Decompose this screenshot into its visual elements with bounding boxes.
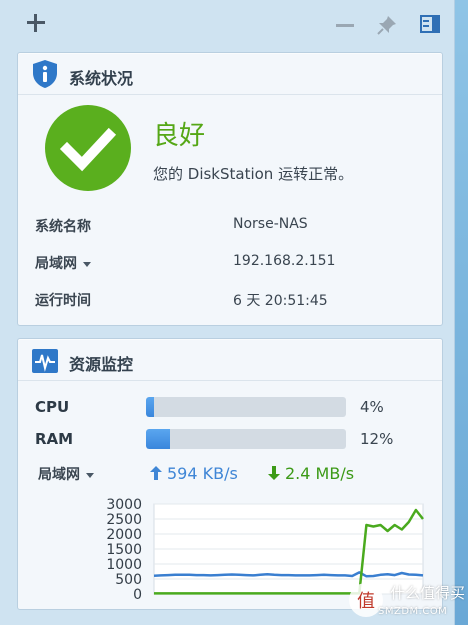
y-tick-label: 1500	[106, 542, 142, 558]
status-text: 良好	[153, 121, 206, 151]
ram-label: RAM	[35, 430, 74, 448]
download-rate-value: 2.4 MB/s	[285, 464, 355, 483]
y-tick-label: 2000	[106, 527, 142, 543]
pin-icon[interactable]	[376, 14, 398, 36]
network-label: 局域网	[38, 467, 80, 483]
chevron-down-icon	[83, 261, 91, 267]
system-status-header: 系统状况	[18, 53, 442, 95]
watermark-line1: 什么值得买	[390, 584, 466, 602]
add-icon[interactable]	[24, 10, 48, 34]
arrow-down-icon	[268, 466, 280, 480]
y-tick-label: 500	[115, 572, 142, 588]
watermark: 值 什么值得买 SMZDM.COM	[340, 572, 468, 625]
uptime-label: 运行时间	[35, 293, 91, 309]
y-tick-label: 3000	[106, 497, 142, 513]
cpu-usage-value: 4%	[360, 398, 384, 416]
y-tick-label: 0	[133, 587, 142, 603]
download-rate: 2.4 MB/s	[268, 464, 354, 483]
cpu-usage-bar	[146, 397, 346, 417]
cpu-usage-fill	[146, 397, 154, 417]
y-tick-label: 2500	[106, 512, 142, 528]
watermark-line2: SMZDM.COM	[378, 606, 448, 617]
shield-info-icon	[31, 59, 59, 89]
system-status-card: 系统状况 良好 您的 DiskStation 运转正常。 系统名称 Norse-…	[17, 52, 443, 326]
network-dropdown[interactable]: 局域网	[38, 464, 94, 484]
lan-label: 局域网	[35, 256, 77, 272]
system-name-label: 系统名称	[35, 219, 91, 235]
svg-text:值: 值	[357, 591, 375, 612]
upload-rate: 594 KB/s	[150, 464, 238, 483]
check-icon	[45, 105, 131, 191]
lan-dropdown[interactable]: 局域网	[35, 253, 91, 273]
resource-monitor-title: 资源监控	[69, 355, 134, 374]
minimize-icon[interactable]	[336, 24, 354, 27]
resource-monitor-card: 资源监控 CPU 4% RAM 12% 局域网 594 KB/s 2.4 MB/…	[17, 338, 443, 610]
arrow-up-icon	[150, 466, 162, 480]
status-message: 您的 DiskStation 运转正常。	[153, 165, 354, 183]
chevron-down-icon	[86, 472, 94, 478]
y-tick-label: 1000	[106, 557, 142, 573]
uptime-value: 6 天 20:51:45	[233, 293, 328, 309]
ip-address-value: 192.168.2.151	[233, 253, 336, 269]
system-name-value: Norse-NAS	[233, 216, 308, 232]
widget-toolbar	[0, 0, 455, 50]
cpu-label: CPU	[35, 398, 70, 416]
ram-usage-bar	[146, 429, 346, 449]
resource-monitor-header: 资源监控	[18, 339, 442, 381]
panel-toggle-icon[interactable]	[420, 14, 440, 34]
ram-usage-fill	[146, 429, 170, 449]
pulse-monitor-icon	[31, 348, 59, 374]
upload-rate-value: 594 KB/s	[167, 464, 238, 483]
ram-usage-value: 12%	[360, 430, 394, 448]
widget-panel: 系统状况 良好 您的 DiskStation 运转正常。 系统名称 Norse-…	[0, 0, 455, 625]
system-status-title: 系统状况	[69, 69, 134, 88]
